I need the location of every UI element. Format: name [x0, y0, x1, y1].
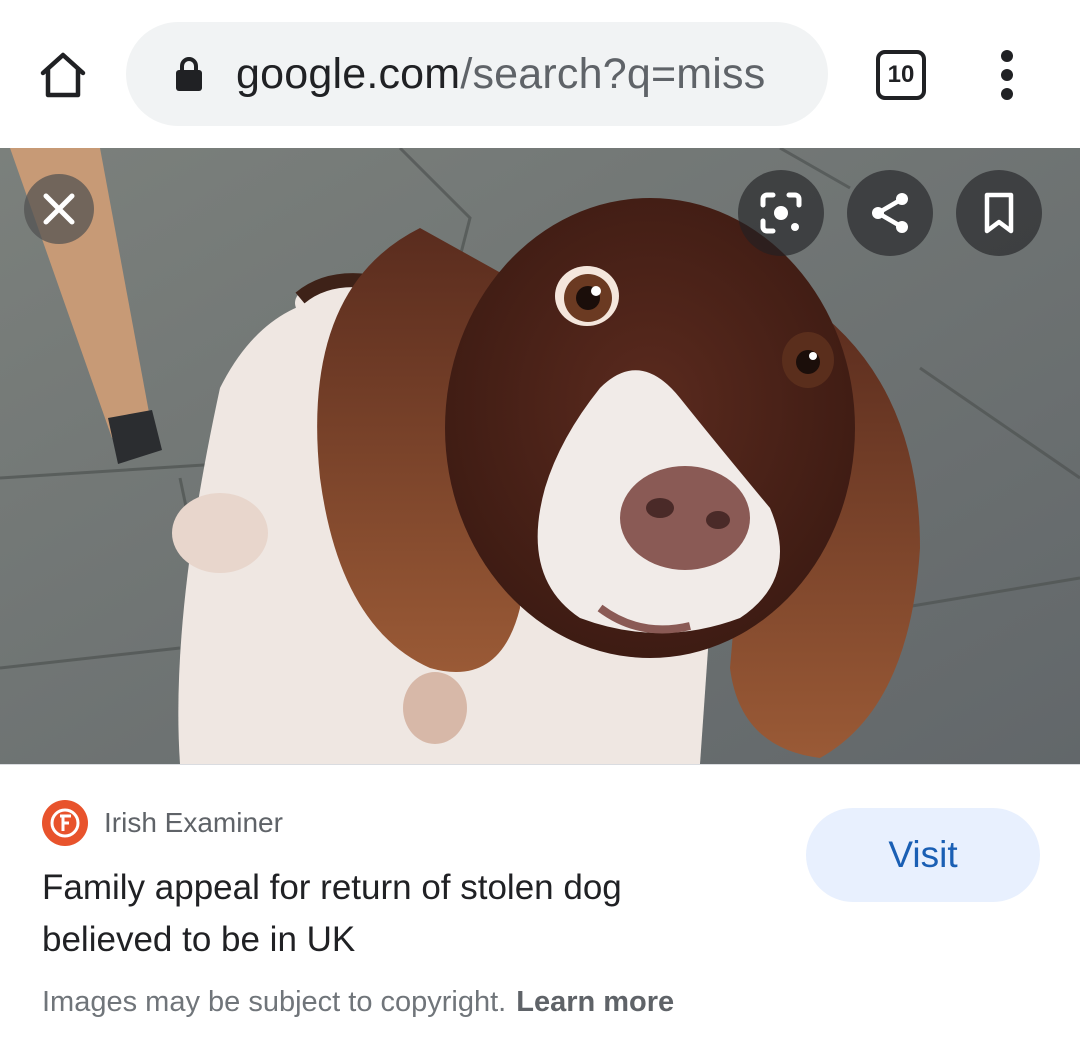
source-row[interactable]: Irish Examiner: [42, 800, 283, 846]
url-path: /search?q=miss: [460, 49, 766, 98]
image-preview[interactable]: [0, 148, 1080, 764]
more-vert-dot: [1001, 69, 1013, 81]
address-bar[interactable]: google.com/search?q=miss: [126, 22, 828, 126]
home-icon: [40, 52, 86, 98]
browser-toolbar: google.com/search?q=miss 10: [0, 0, 1080, 148]
home-button[interactable]: [34, 46, 92, 104]
bookmark-button[interactable]: [956, 170, 1042, 256]
lens-icon: [760, 192, 802, 234]
share-icon: [872, 193, 908, 233]
visit-label: Visit: [888, 834, 958, 875]
lens-button[interactable]: [738, 170, 824, 256]
share-button[interactable]: [847, 170, 933, 256]
bookmark-icon: [984, 192, 1014, 234]
url-text: google.com/search?q=miss: [236, 50, 802, 99]
divider: [0, 764, 1080, 765]
source-name: Irish Examiner: [104, 807, 283, 838]
learn-more-link[interactable]: Learn more: [516, 986, 674, 1018]
tab-switcher-button[interactable]: 10: [876, 50, 926, 100]
tab-count: 10: [887, 61, 915, 88]
source-favicon-icon: [42, 800, 88, 846]
more-menu-button[interactable]: [990, 50, 1024, 100]
more-vert-dot: [1001, 88, 1013, 100]
copyright-text: Images may be subject to copyright.: [42, 986, 507, 1018]
copyright-notice: Images may be subject to copyright. Learn…: [42, 986, 674, 1019]
result-title[interactable]: Family appeal for return of stolen dog b…: [42, 862, 742, 966]
url-domain: google.com: [236, 49, 461, 98]
more-vert-icon: [1001, 50, 1013, 62]
visit-button[interactable]: Visit: [806, 808, 1040, 902]
close-button[interactable]: [24, 174, 94, 244]
close-icon: [43, 193, 75, 225]
lock-icon: [172, 54, 206, 94]
